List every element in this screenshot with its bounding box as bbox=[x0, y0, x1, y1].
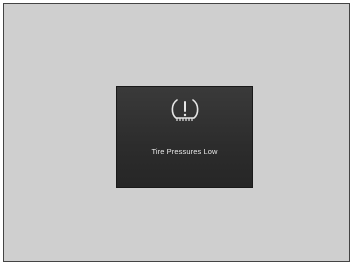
warning-message: Tire Pressures Low bbox=[151, 147, 218, 156]
warning-display: Tire Pressures Low bbox=[116, 86, 253, 188]
tire-pressure-warning-icon bbox=[168, 97, 202, 125]
background-panel: Tire Pressures Low bbox=[3, 3, 350, 262]
